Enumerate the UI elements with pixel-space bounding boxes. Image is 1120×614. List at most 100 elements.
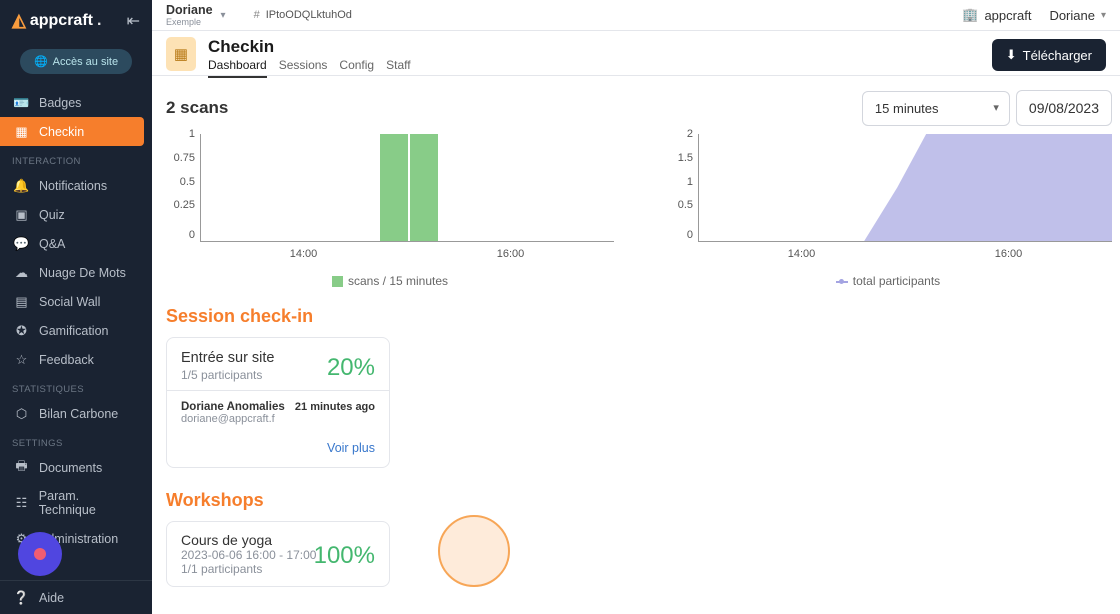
tab-staff[interactable]: Staff: [386, 58, 410, 78]
bell-icon: 🔔: [14, 178, 29, 193]
ytick: 0: [665, 229, 693, 241]
sidebar-item-social[interactable]: ▤ Social Wall: [0, 287, 152, 316]
section-settings: SETTINGS: [0, 428, 152, 453]
session-card[interactable]: Entrée sur site 1/5 participants 20% Dor…: [166, 337, 390, 468]
bar-legend: scans / 15 minutes: [166, 274, 614, 288]
tab-sessions[interactable]: Sessions: [279, 58, 328, 78]
tab-config[interactable]: Config: [339, 58, 374, 78]
sidebar-item-param[interactable]: ☷Param. Technique: [0, 482, 152, 524]
section-interaction: INTERACTION: [0, 146, 152, 171]
sidebar-item-documents[interactable]: 🖶Documents: [0, 453, 152, 482]
xtick: 14:00: [788, 248, 816, 260]
nav-label: Feedback: [39, 353, 94, 367]
anomaly-name: Doriane Anomalies: [181, 401, 285, 413]
app-logo[interactable]: ◭ appcraft.: [12, 10, 101, 31]
sidebar-item-gamification[interactable]: ✪ Gamification: [0, 316, 152, 345]
legend-label: total participants: [853, 274, 940, 288]
xtick: 16:00: [995, 248, 1023, 260]
site-access-label: Accès au site: [53, 56, 118, 68]
session-section-title: Session check-in: [166, 306, 1112, 327]
nav-label: Documents: [39, 461, 102, 475]
sidebar-item-badges[interactable]: 🪪 Badges: [0, 88, 152, 117]
globe-icon: 🌐: [34, 55, 48, 68]
sidebar-item-qa[interactable]: 💬Q&A: [0, 229, 152, 258]
nav-label: Gamification: [39, 324, 108, 338]
business-link[interactable]: 🏢 appcraft: [962, 7, 1031, 23]
download-label: Télécharger: [1023, 48, 1092, 63]
badge-icon: 🪪: [14, 95, 29, 110]
tab-dashboard[interactable]: Dashboard: [208, 58, 267, 78]
sidebar-item-feedback[interactable]: ☆ Feedback: [0, 345, 152, 374]
xtick: 14:00: [290, 248, 318, 260]
record-button[interactable]: [18, 532, 62, 576]
record-dot-icon: [34, 548, 46, 560]
tabs: Dashboard Sessions Config Staff: [208, 58, 411, 78]
total-chart: 21.510.50 14:0016:00 total participants: [664, 134, 1112, 288]
chevron-down-icon: ▾: [1101, 10, 1106, 21]
download-icon: ⬇: [1006, 47, 1017, 63]
event-id[interactable]: # IPtoODQLktuhOd: [254, 9, 352, 21]
workshops-section-title: Workshops: [166, 490, 1112, 511]
nav-label: Nuage De Mots: [39, 266, 126, 280]
account-sub: Exemple: [166, 17, 213, 27]
account-name: Doriane: [166, 3, 213, 17]
ytick: 1: [665, 176, 693, 188]
ytick: 1.5: [665, 152, 693, 164]
sidebar-item-bilan[interactable]: ⬡ Bilan Carbone: [0, 399, 152, 428]
sidebar-item-help[interactable]: ❔ Aide: [0, 580, 152, 614]
ytick: 2: [665, 128, 693, 140]
ytick: 1: [167, 128, 195, 140]
sidebar-item-checkin[interactable]: ▦ Checkin: [0, 117, 144, 146]
legend-line-icon: [836, 281, 848, 283]
card-percentage: 20%: [327, 354, 375, 382]
sidebar-item-notifications[interactable]: 🔔Notifications: [0, 171, 152, 200]
workshop-card[interactable]: Cours de yoga 2023-06-06 16:00 - 17:00 1…: [166, 521, 390, 587]
carbon-icon: ⬡: [14, 406, 29, 421]
target-icon: ✪: [14, 323, 29, 338]
chevron-down-icon[interactable]: ▾: [221, 10, 226, 21]
date-input[interactable]: 09/08/2023: [1016, 90, 1112, 126]
logo-icon: ◭: [12, 10, 26, 31]
cloud-icon: ☁: [14, 265, 29, 280]
user-menu[interactable]: Doriane ▾: [1049, 8, 1106, 23]
checkin-page-icon: ▦: [166, 37, 196, 71]
nav-label: Bilan Carbone: [39, 407, 118, 421]
highlight-circle: [438, 515, 510, 587]
bar: [380, 134, 408, 241]
voir-plus-link[interactable]: Voir plus: [181, 441, 375, 455]
collapse-icon[interactable]: ⇤: [127, 11, 140, 31]
wall-icon: ▤: [14, 294, 29, 309]
nav-label: Q&A: [39, 237, 65, 251]
account-selector[interactable]: Doriane Exemple: [166, 3, 213, 27]
content: 2 scans 15 minutes 09/08/2023 1 0.75 0.5 0.…: [152, 76, 1120, 614]
help-icon: ❔: [14, 590, 29, 605]
help-label: Aide: [39, 591, 64, 605]
date-value: 09/08/2023: [1029, 100, 1099, 116]
star-icon: ☆: [14, 352, 29, 367]
anomaly-email: doriane@appcraft.f: [181, 413, 285, 425]
ytick: 0.25: [167, 199, 195, 211]
user-name-text: Doriane: [1049, 8, 1095, 23]
interval-select[interactable]: 15 minutes: [862, 91, 1010, 126]
sidebar: ◭ appcraft. ⇤ 🌐 Accès au site 🪪 Badges ▦…: [0, 0, 152, 614]
page-title: Checkin: [208, 37, 411, 57]
site-access-button[interactable]: 🌐 Accès au site: [20, 49, 132, 74]
ytick: 0.75: [167, 152, 195, 164]
scan-count: 2 scans: [166, 98, 228, 118]
nav-label: Param. Technique: [39, 489, 138, 517]
business-name-text: appcraft: [984, 8, 1031, 23]
download-button[interactable]: ⬇ Télécharger: [992, 39, 1106, 71]
hash-icon: #: [254, 9, 260, 21]
event-id-text: IPtoODQLktuhOd: [266, 9, 352, 21]
section-stats: STATISTIQUES: [0, 374, 152, 399]
nav-label: Social Wall: [39, 295, 100, 309]
qr-icon: ▦: [14, 124, 29, 139]
workshop-percentage: 100%: [314, 542, 375, 570]
nav-label: Checkin: [39, 125, 84, 139]
sidebar-item-quiz[interactable]: ▣Quiz: [0, 200, 152, 229]
nav-label: Badges: [39, 96, 81, 110]
sidebar-item-nuage[interactable]: ☁ Nuage De Mots: [0, 258, 152, 287]
ytick: 0.5: [665, 199, 693, 211]
xtick: 16:00: [497, 248, 525, 260]
quiz-icon: ▣: [14, 207, 29, 222]
